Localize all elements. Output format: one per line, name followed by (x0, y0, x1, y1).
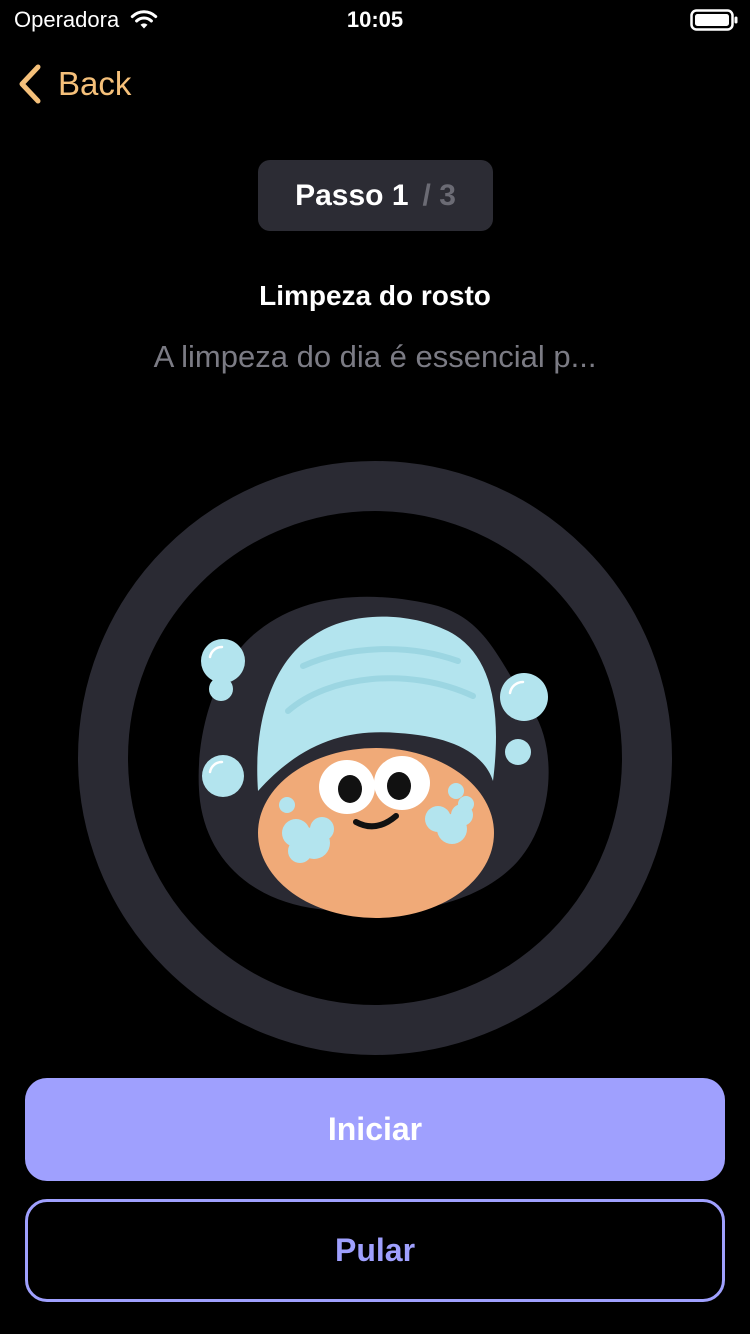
step-description: A limpeza do dia é essencial p... (153, 339, 597, 374)
right-pupil (387, 772, 411, 800)
battery-icon (690, 9, 738, 31)
left-pupil (338, 775, 362, 803)
chevron-left-icon (19, 64, 41, 104)
start-button[interactable]: Iniciar (25, 1078, 725, 1181)
back-button[interactable]: Back (16, 62, 131, 106)
skip-button[interactable]: Pular (25, 1199, 725, 1302)
step-current: Passo 1 (295, 178, 409, 212)
step-title: Limpeza do rosto (259, 280, 491, 311)
step-indicator: Passo 1 / 3 (258, 160, 493, 231)
back-label: Back (58, 65, 132, 102)
step-total: / 3 (422, 178, 456, 212)
face-wash-towel-illustration (78, 461, 672, 1055)
status-bar: Operadora 10:05 (0, 0, 750, 40)
status-time: 10:05 (346, 7, 404, 32)
